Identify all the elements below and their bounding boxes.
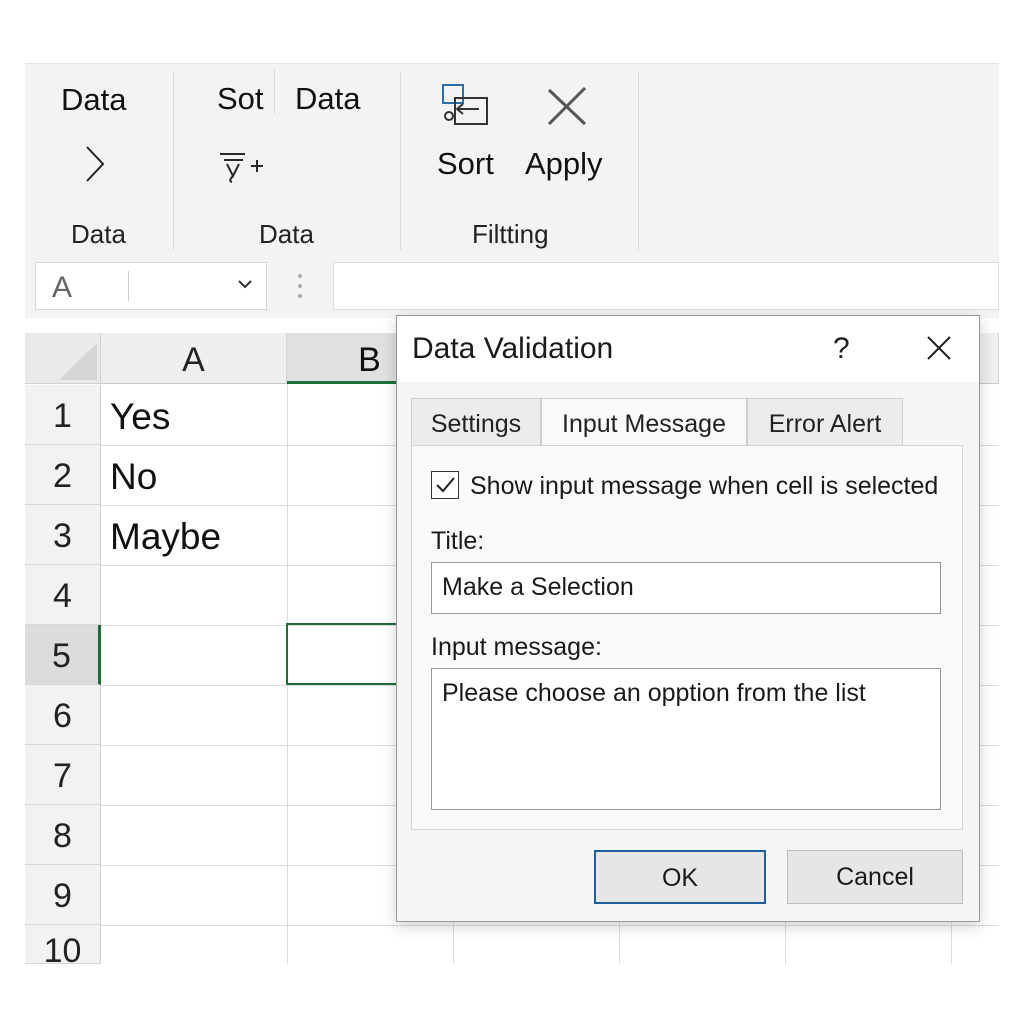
ribbon-divider (638, 72, 639, 250)
tab-settings[interactable]: Settings (411, 398, 541, 446)
ribbon-divider (274, 69, 275, 114)
chevron-down-icon[interactable] (236, 275, 254, 293)
data-validation-dialog: Data Validation ? Settings Input Message… (396, 315, 980, 922)
data-group-label: Data (259, 219, 314, 249)
show-message-label[interactable]: Show input message when cell is selected (470, 472, 938, 501)
select-all-triangle-icon (59, 343, 97, 380)
close-icon[interactable] (925, 334, 953, 362)
ribbon-divider (173, 72, 174, 250)
title-input[interactable]: Make a Selection (431, 562, 941, 614)
data-group-label: Data (71, 219, 126, 249)
row-header[interactable]: 8 (25, 805, 101, 865)
input-message-label: Input message: (431, 633, 602, 661)
row-header[interactable]: 10 (25, 925, 101, 970)
chevron-right-icon[interactable] (83, 144, 107, 184)
apply-button-label[interactable]: Apply (525, 146, 603, 182)
clear-filter-icon[interactable] (543, 84, 591, 128)
cell-a1[interactable]: Yes (110, 396, 170, 438)
row-header[interactable]: 9 (25, 865, 101, 925)
data-button-label[interactable]: Data (61, 82, 126, 118)
filtering-group-label: Filtting (472, 219, 549, 249)
data-tools-label[interactable]: Data (295, 81, 360, 117)
name-box[interactable]: A (35, 262, 267, 310)
sort-filter-icon[interactable] (215, 146, 265, 184)
row-header-active[interactable]: 5 (25, 625, 101, 685)
dialog-title: Data Validation (412, 332, 614, 365)
cancel-button[interactable]: Cancel (787, 850, 963, 904)
row-header[interactable]: 7 (25, 745, 101, 805)
cell-a3[interactable]: Maybe (110, 516, 221, 558)
selected-cell[interactable] (286, 623, 398, 685)
cell-a2[interactable]: No (110, 456, 157, 498)
ok-button[interactable]: OK (594, 850, 766, 904)
row-header[interactable]: 3 (25, 505, 101, 565)
tab-input-message[interactable]: Input Message (541, 398, 747, 448)
name-box-divider (128, 271, 129, 301)
gridline (101, 925, 999, 926)
row-header[interactable]: 1 (25, 385, 101, 445)
more-options-icon[interactable] (296, 272, 304, 302)
input-message-textarea[interactable]: Please choose an opption from the list (431, 668, 941, 810)
dialog-titlebar: Data Validation ? (397, 316, 979, 382)
row-header[interactable]: 4 (25, 565, 101, 625)
sort-icon[interactable] (439, 82, 491, 128)
row-header[interactable]: 6 (25, 685, 101, 745)
formula-input[interactable] (333, 262, 999, 310)
ribbon-divider (400, 72, 401, 250)
ribbon: Data Data Sot Data Data Sort Apply Filtt… (25, 63, 999, 254)
column-header-a[interactable]: A (101, 333, 287, 384)
row-header[interactable]: 2 (25, 445, 101, 505)
sort-button-label[interactable]: Sort (437, 146, 494, 182)
sort-button-label[interactable]: Sot (217, 81, 264, 117)
checkmark-icon (436, 477, 455, 493)
title-field-label: Title: (431, 527, 485, 555)
select-all-corner[interactable] (25, 333, 101, 384)
tab-error-alert[interactable]: Error Alert (747, 398, 903, 446)
help-button[interactable]: ? (833, 332, 850, 366)
show-message-checkbox[interactable] (431, 471, 459, 499)
name-box-value: A (52, 271, 73, 304)
